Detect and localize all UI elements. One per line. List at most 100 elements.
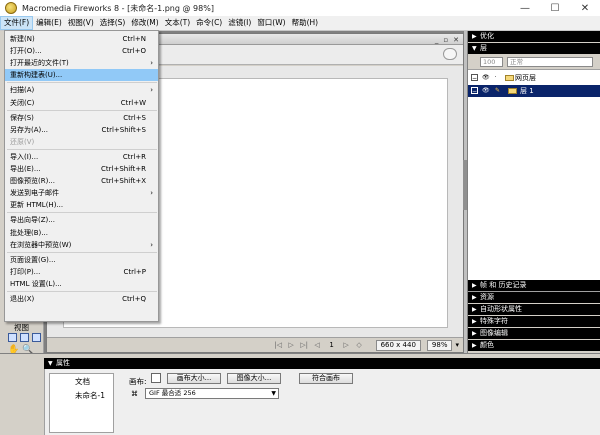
menu-select[interactable]: 选择(S) xyxy=(97,16,129,30)
collapse-arrow-icon: ▼ xyxy=(48,360,53,367)
properties-panel: ▼ 属性 ? 文档 未命名-1 画布: 画布大小... 图像大小... 符合画布… xyxy=(0,353,600,435)
file-menu-item-label: 导入(I)... xyxy=(10,152,39,161)
file-menu-item-label: 另存为(A)... xyxy=(10,125,48,134)
frames-history-panel-header[interactable]: ▶ 帧 和 历史记录 xyxy=(468,280,600,291)
expand-arrow-icon: ▶ xyxy=(472,330,477,337)
submenu-arrow-icon: › xyxy=(150,59,153,68)
file-menu-item[interactable]: 扫描(A) › xyxy=(5,84,158,96)
canvas-size-readout[interactable]: 660 x 440 xyxy=(375,339,421,351)
menu-separator xyxy=(7,251,157,253)
full-screen-mode-icon[interactable] xyxy=(32,333,41,342)
maximize-button[interactable]: ☐ xyxy=(540,0,570,16)
file-menu-item[interactable]: 打印(P)... Ctrl+P xyxy=(5,266,158,278)
menu-commands[interactable]: 命令(C) xyxy=(193,16,225,30)
zoom-level[interactable]: 98% xyxy=(426,339,453,351)
expand-toggle-icon[interactable]: − xyxy=(471,87,478,95)
eye-icon[interactable]: 👁 xyxy=(482,87,490,94)
file-menu-item-label: 打印(P)... xyxy=(10,267,41,276)
dropdown-arrow-icon: ▼ xyxy=(271,390,276,397)
assets-panel-header[interactable]: ▶ 资源 xyxy=(468,292,600,303)
file-menu-item-label: 退出(X) xyxy=(10,295,35,303)
file-menu-item[interactable]: 退出(X) Ctrl+Q xyxy=(5,293,158,305)
file-menu-item[interactable]: 关闭(C) Ctrl+W xyxy=(5,97,158,109)
file-menu-shortcut: Ctrl+R xyxy=(122,152,146,161)
optimize-panel-header[interactable]: ▶ 优化 xyxy=(468,31,600,42)
web-layer-row[interactable]: − 👁 · 网页层 xyxy=(468,72,600,84)
file-menu-item[interactable]: 导出向导(Z)... xyxy=(5,214,158,226)
zoom-dropdown-arrow[interactable]: ▾ xyxy=(455,341,459,349)
web-layer-name: 网页层 xyxy=(515,74,536,82)
expand-arrow-icon: ▶ xyxy=(472,318,477,325)
layer1-row[interactable]: − 👁 ✎ 层 1 xyxy=(468,85,600,97)
menu-modify[interactable]: 修改(M) xyxy=(128,16,161,30)
file-menu-item[interactable]: 导出(E)... Ctrl+Shift+R xyxy=(5,163,158,175)
file-menu-item[interactable]: 保存(S) Ctrl+S xyxy=(5,112,158,124)
first-frame-icon[interactable]: |◁ xyxy=(274,341,283,350)
blend-mode-select[interactable]: 正常 xyxy=(507,57,593,67)
colors-panel-header[interactable]: ▶ 颜色 xyxy=(468,340,600,351)
play-icon[interactable]: ▷ xyxy=(287,341,296,350)
canvas-size-button[interactable]: 画布大小... xyxy=(167,373,221,384)
file-menu-item-label: 更新 HTML(H)... xyxy=(10,201,64,210)
opacity-field[interactable]: 100 xyxy=(480,57,503,67)
file-menu-item[interactable]: 打开(O)... Ctrl+O xyxy=(5,45,158,57)
eye-icon[interactable]: 👁 xyxy=(482,74,490,81)
file-menu-item-label: 新建(N) xyxy=(10,35,35,43)
file-menu-item[interactable]: 另存为(A)... Ctrl+Shift+S xyxy=(5,124,158,136)
menu-help[interactable]: 帮助(H) xyxy=(289,16,322,30)
doc-minimize-button[interactable]: _ xyxy=(435,36,439,44)
menu-text[interactable]: 文本(T) xyxy=(162,16,193,30)
file-menu-shortcut: Ctrl+N xyxy=(122,35,146,43)
menu-separator xyxy=(7,148,157,150)
title-bar: Macromedia Fireworks 8 - [未命名-1.png @ 98… xyxy=(0,0,600,16)
next-frame-icon[interactable]: ▷| xyxy=(300,341,309,350)
doc-close-button[interactable]: ✕ xyxy=(453,36,459,44)
view-mode-row xyxy=(8,333,41,342)
menu-window[interactable]: 窗口(W) xyxy=(254,16,288,30)
lock-icon[interactable]: · xyxy=(492,74,499,81)
file-menu-item[interactable]: 批处理(B)... xyxy=(5,227,158,239)
canvas-color-swatch[interactable] xyxy=(151,373,161,383)
file-menu-item[interactable]: 图像预览(R)... Ctrl+Shift+X xyxy=(5,175,158,187)
document-type-label: 文档 xyxy=(75,377,90,386)
close-button[interactable]: ✕ xyxy=(570,0,600,16)
file-menu-shortcut: Ctrl+Shift+S xyxy=(101,125,146,134)
image-edit-panel-header[interactable]: ▶ 图像编辑 xyxy=(468,328,600,339)
doc-restore-button[interactable]: ▫ xyxy=(443,36,448,44)
file-menu-item-label: 发送到电子邮件 xyxy=(10,189,59,198)
preview-icon[interactable] xyxy=(443,48,457,60)
auto-shape-panel-header[interactable]: ▶ 自动形状属性 xyxy=(468,304,600,315)
file-menu-item[interactable]: 页面设置(G)... xyxy=(5,254,158,266)
file-menu-item-label: 重新构建表(U)... xyxy=(10,71,63,80)
layer1-name: 层 1 xyxy=(520,87,534,95)
image-size-button[interactable]: 图像大小... xyxy=(227,373,281,384)
special-chars-panel-header[interactable]: ▶ 特殊字符 xyxy=(468,316,600,327)
menu-edit[interactable]: 编辑(E) xyxy=(33,16,65,30)
menu-view[interactable]: 视图(V) xyxy=(65,16,97,30)
document-name[interactable]: 未命名-1 xyxy=(75,390,105,401)
fit-canvas-button[interactable]: 符合画布 xyxy=(299,373,353,384)
file-menu-item[interactable]: 重新构建表(U)... xyxy=(5,69,158,82)
expand-arrow-icon: ▶ xyxy=(472,282,477,289)
minimize-button[interactable]: — xyxy=(510,0,540,16)
file-menu-item[interactable]: 打开最近的文件(T) › xyxy=(5,57,158,69)
file-menu-item[interactable]: 导入(I)... Ctrl+R xyxy=(5,151,158,163)
file-menu-item[interactable]: 新建(N) Ctrl+N xyxy=(5,33,158,45)
file-menu-shortcut: Ctrl+O xyxy=(122,47,146,56)
layers-panel-header[interactable]: ▼ 层 xyxy=(468,43,600,54)
loop-icon[interactable]: ◇ xyxy=(355,341,364,350)
file-menu-item[interactable]: 在浏览器中预览(W) › xyxy=(5,239,158,251)
file-menu-item[interactable]: HTML 设置(L)... xyxy=(5,278,158,290)
full-screen-menu-mode-icon[interactable] xyxy=(20,333,29,342)
properties-header[interactable]: ▼ 属性 xyxy=(44,358,600,369)
menu-filters[interactable]: 滤镜(I) xyxy=(225,16,254,30)
export-format-select[interactable]: GIF 最合适 256 ▼ xyxy=(145,388,279,399)
standard-mode-icon[interactable] xyxy=(8,333,17,342)
menu-file[interactable]: 文件(F) xyxy=(0,16,34,30)
file-menu-item-label: HTML 设置(L)... xyxy=(10,279,62,288)
expand-toggle-icon[interactable]: − xyxy=(471,74,478,82)
last-frame-icon[interactable]: ▷ xyxy=(342,341,351,350)
prev-frame-icon[interactable]: ◁ xyxy=(313,341,322,350)
file-menu-item[interactable]: 更新 HTML(H)... xyxy=(5,199,158,211)
file-menu-item[interactable]: 发送到电子邮件 › xyxy=(5,187,158,199)
